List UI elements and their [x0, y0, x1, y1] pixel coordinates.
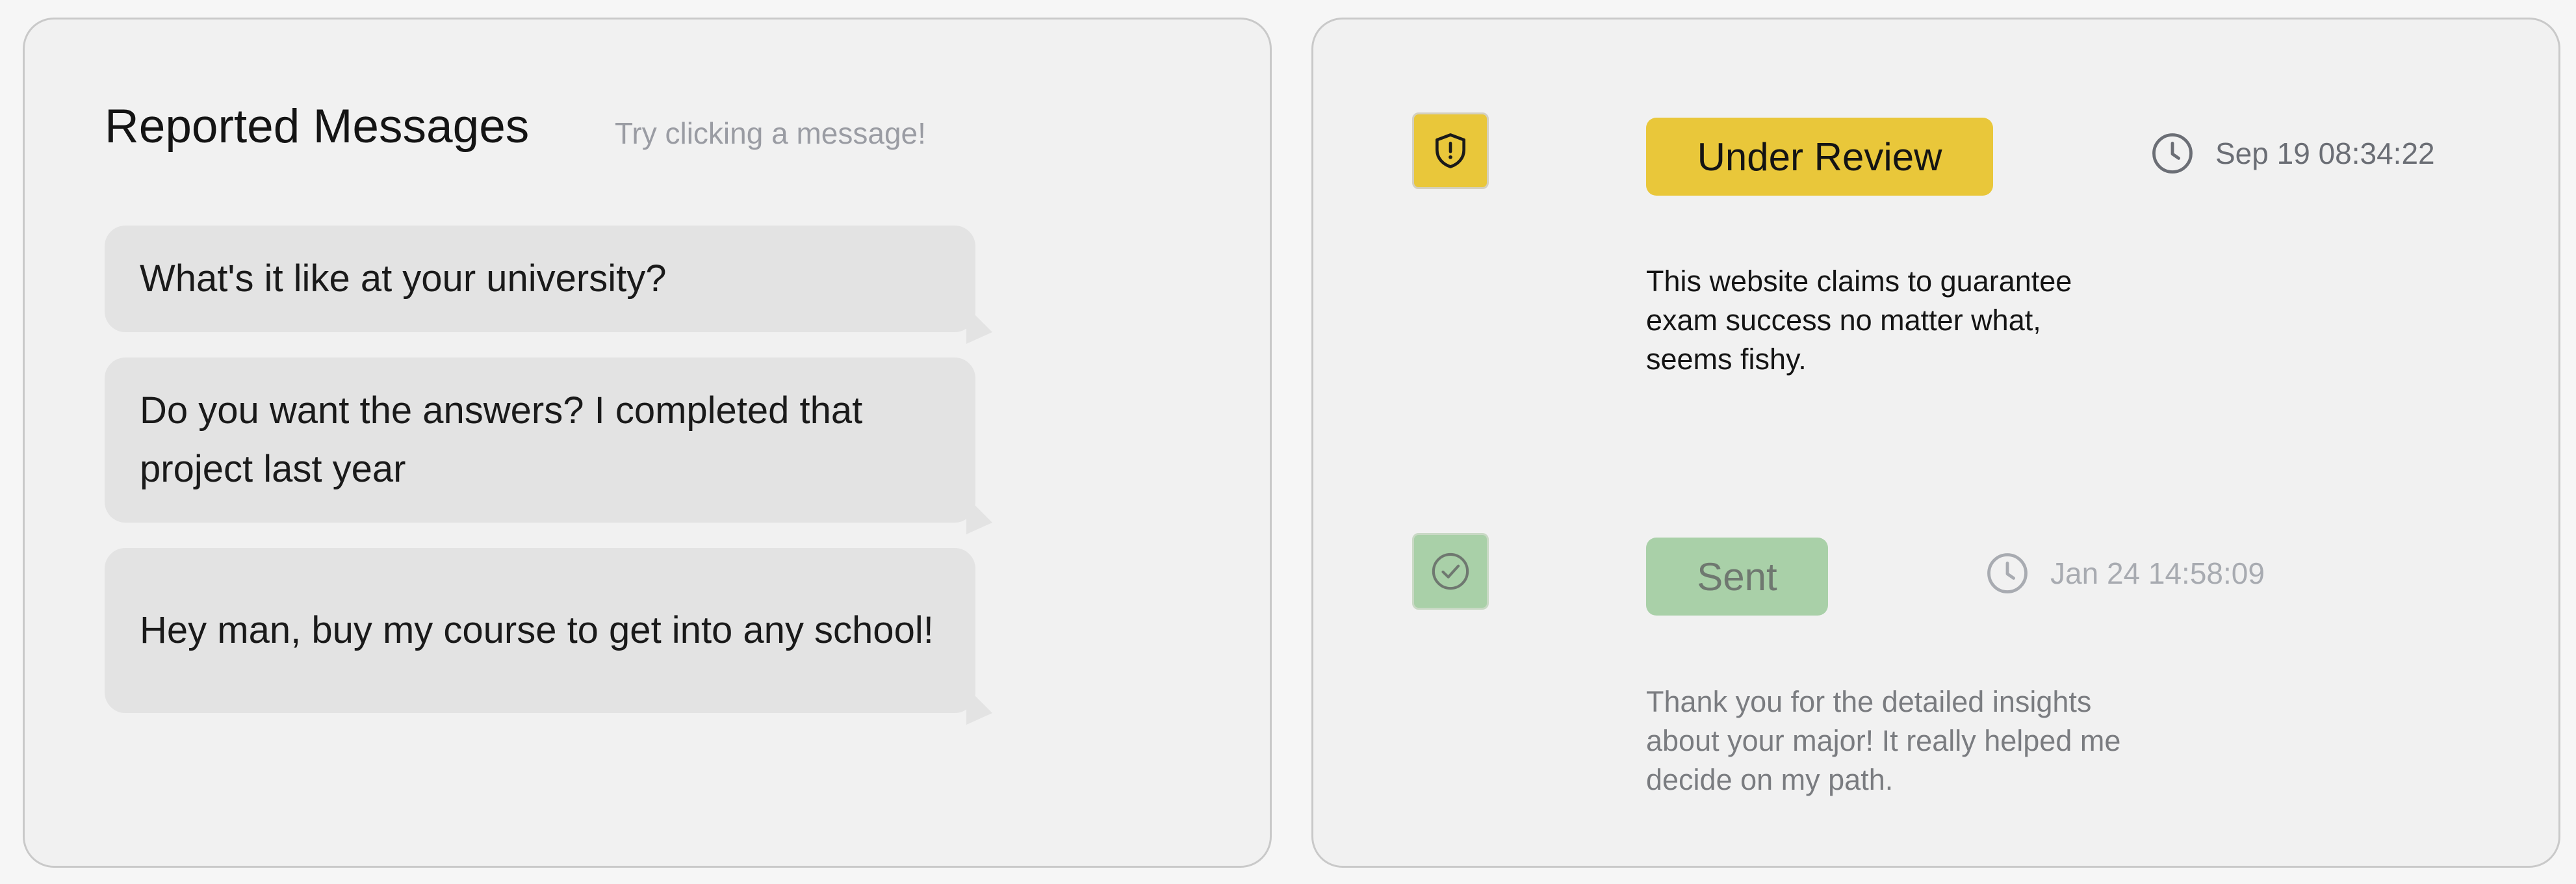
- report-timestamp: Jan 24 14:58:09: [1984, 550, 2265, 597]
- message-bubble[interactable]: Do you want the answers? I completed tha…: [105, 358, 975, 523]
- report-status-panel: Under Review Sep 19 08:34:22 This websit…: [1311, 18, 2560, 868]
- message-text: Hey man, buy my course to get into any s…: [140, 609, 934, 651]
- shield-alert-icon: [1436, 133, 1465, 168]
- timestamp-text: Jan 24 14:58:09: [2050, 556, 2265, 590]
- report-timestamp: Sep 19 08:34:22: [2149, 130, 2435, 177]
- status-badge: Sent: [1646, 538, 1828, 616]
- message-bubble[interactable]: What's it like at your university?: [105, 226, 975, 332]
- hint-text: Try clicking a message!: [615, 116, 926, 150]
- status-icon-box: [1412, 533, 1489, 610]
- message-text: Do you want the answers? I completed tha…: [140, 389, 863, 490]
- check-circle-icon: [1432, 552, 1469, 590]
- message-text: What's it like at your university?: [140, 257, 667, 300]
- report-note: Thank you for the detailed insights abou…: [1646, 685, 2121, 796]
- timestamp-text: Sep 19 08:34:22: [2215, 136, 2435, 170]
- message-bubble[interactable]: Hey man, buy my course to get into any s…: [105, 548, 975, 713]
- clock-icon: [2152, 133, 2193, 174]
- reported-messages-panel: Reported Messages Try clicking a message…: [23, 18, 1272, 868]
- status-badge: Under Review: [1646, 118, 1993, 196]
- report-note: This website claims to guarantee exam su…: [1646, 265, 2072, 376]
- panel-title: Reported Messages: [105, 100, 530, 153]
- clock-icon: [1987, 553, 2028, 593]
- status-icon-box: [1412, 112, 1489, 189]
